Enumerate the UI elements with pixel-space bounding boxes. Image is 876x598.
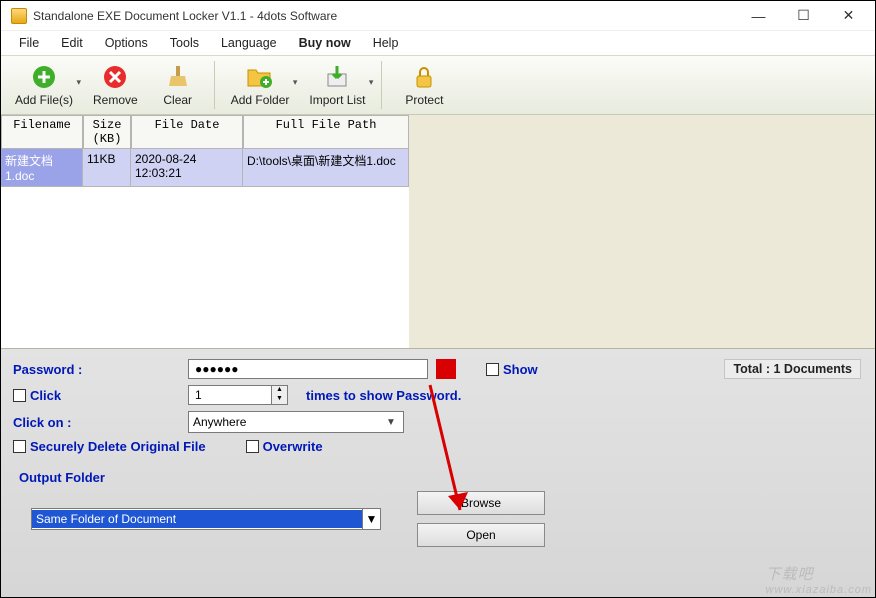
click-times-spinner[interactable]: 1 ▲▼ bbox=[188, 385, 288, 405]
click-label: Click bbox=[30, 388, 61, 403]
clear-label: Clear bbox=[163, 93, 192, 107]
toolbar-separator bbox=[381, 61, 382, 109]
output-folder-label: Output Folder bbox=[19, 470, 863, 485]
browse-button[interactable]: Browse bbox=[417, 491, 545, 515]
password-label: Password : bbox=[13, 362, 188, 377]
spinner-up[interactable]: ▲ bbox=[271, 386, 287, 395]
add-folder-label: Add Folder bbox=[231, 93, 290, 107]
import-list-button[interactable]: ▾ Import List bbox=[299, 59, 375, 111]
minimize-button[interactable]: ― bbox=[736, 2, 781, 30]
close-button[interactable]: ✕ bbox=[826, 2, 871, 30]
cell-path: D:\tools\桌面\新建文档1.doc bbox=[243, 149, 409, 187]
add-icon bbox=[30, 63, 58, 91]
cell-size: 11KB bbox=[83, 149, 131, 187]
overwrite-label: Overwrite bbox=[263, 439, 323, 454]
window-title: Standalone EXE Document Locker V1.1 - 4d… bbox=[33, 9, 736, 23]
spinner-down[interactable]: ▼ bbox=[271, 395, 287, 404]
grid-header: Filename Size (KB) File Date Full File P… bbox=[1, 115, 409, 149]
click-on-combo[interactable]: Anywhere ▼ bbox=[188, 411, 404, 433]
menu-buy-now[interactable]: Buy now bbox=[289, 33, 361, 53]
chevron-down-icon: ▼ bbox=[383, 417, 399, 428]
add-files-button[interactable]: ▾ Add File(s) bbox=[5, 59, 83, 111]
output-folder-combo[interactable]: Same Folder of Document ▼ bbox=[31, 508, 381, 530]
click-on-value: Anywhere bbox=[193, 415, 246, 429]
add-files-label: Add File(s) bbox=[15, 93, 73, 107]
show-password-checkbox[interactable] bbox=[486, 363, 499, 376]
times-suffix-label: times to show Password. bbox=[306, 388, 461, 403]
cell-filename: 新建文档1.doc bbox=[1, 149, 83, 187]
col-date[interactable]: File Date bbox=[131, 115, 243, 149]
menu-bar: File Edit Options Tools Language Buy now… bbox=[1, 31, 875, 55]
show-label: Show bbox=[503, 362, 538, 377]
click-checkbox[interactable] bbox=[13, 389, 26, 402]
output-folder-value: Same Folder of Document bbox=[32, 510, 362, 528]
titlebar: Standalone EXE Document Locker V1.1 - 4d… bbox=[1, 1, 875, 31]
table-row[interactable]: 新建文档1.doc 11KB 2020-08-24 12:03:21 D:\to… bbox=[1, 149, 409, 187]
menu-tools[interactable]: Tools bbox=[160, 33, 209, 53]
cell-date: 2020-08-24 12:03:21 bbox=[131, 149, 243, 187]
protect-label: Protect bbox=[405, 93, 443, 107]
secure-delete-checkbox[interactable] bbox=[13, 440, 26, 453]
protect-button[interactable]: Protect bbox=[388, 59, 460, 111]
total-documents-badge: Total : 1 Documents bbox=[724, 359, 861, 379]
password-input[interactable]: ●●●●●● bbox=[188, 359, 428, 379]
file-list-area: Filename Size (KB) File Date Full File P… bbox=[1, 115, 875, 349]
menu-help[interactable]: Help bbox=[363, 33, 409, 53]
toolbar-separator bbox=[214, 61, 215, 109]
options-panel: Total : 1 Documents Password : ●●●●●● Sh… bbox=[1, 349, 875, 597]
chevron-down-icon: ▾ bbox=[369, 77, 374, 88]
clear-button[interactable]: Clear bbox=[148, 59, 208, 111]
remove-label: Remove bbox=[93, 93, 138, 107]
spinner-value: 1 bbox=[195, 388, 202, 402]
import-list-label: Import List bbox=[309, 93, 365, 107]
click-on-label: Click on : bbox=[13, 415, 188, 430]
add-folder-button[interactable]: ▾ Add Folder bbox=[221, 59, 300, 111]
maximize-button[interactable]: ☐ bbox=[781, 2, 826, 30]
menu-file[interactable]: File bbox=[9, 33, 49, 53]
secure-delete-label: Securely Delete Original File bbox=[30, 439, 206, 454]
menu-language[interactable]: Language bbox=[211, 33, 287, 53]
remove-icon bbox=[101, 63, 129, 91]
remove-button[interactable]: Remove bbox=[83, 59, 148, 111]
col-filename[interactable]: Filename bbox=[1, 115, 83, 149]
open-button[interactable]: Open bbox=[417, 523, 545, 547]
menu-edit[interactable]: Edit bbox=[51, 33, 93, 53]
grid-blank-area bbox=[409, 115, 875, 348]
chevron-down-icon: ▾ bbox=[76, 77, 81, 88]
password-strength-indicator bbox=[436, 359, 456, 379]
lock-icon bbox=[410, 63, 438, 91]
file-grid[interactable]: Filename Size (KB) File Date Full File P… bbox=[1, 115, 409, 348]
menu-options[interactable]: Options bbox=[95, 33, 158, 53]
folder-add-icon bbox=[246, 63, 274, 91]
import-icon bbox=[323, 63, 351, 91]
chevron-down-icon: ▼ bbox=[362, 509, 380, 529]
app-icon bbox=[11, 8, 27, 24]
overwrite-checkbox[interactable] bbox=[246, 440, 259, 453]
chevron-down-icon: ▾ bbox=[293, 77, 298, 88]
toolbar: ▾ Add File(s) Remove Clear ▾ Add Folder … bbox=[1, 55, 875, 115]
col-size[interactable]: Size (KB) bbox=[83, 115, 131, 149]
broom-icon bbox=[164, 63, 192, 91]
col-path[interactable]: Full File Path bbox=[243, 115, 409, 149]
